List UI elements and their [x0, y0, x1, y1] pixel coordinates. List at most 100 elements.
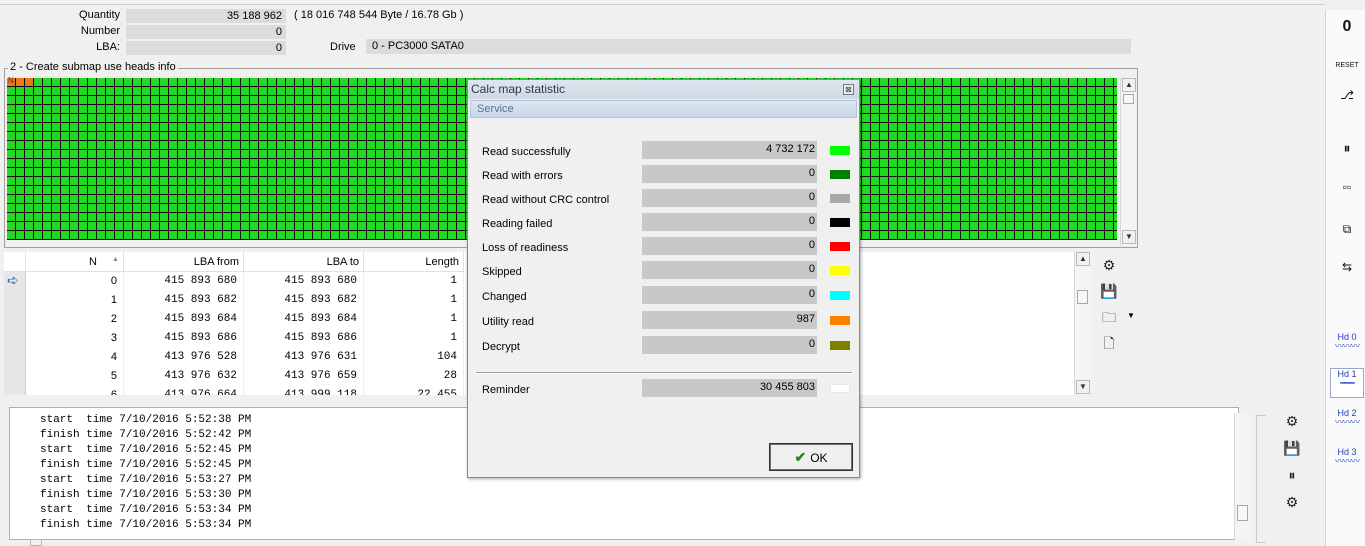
- start-process-icon[interactable]: ⚙: [1280, 491, 1304, 513]
- stat-color-swatch: [830, 170, 850, 179]
- drive-label: Drive: [330, 41, 356, 53]
- open-folder-icon[interactable]: 🗀: [1097, 306, 1121, 328]
- calc-map-icon[interactable]: ⚙: [1097, 254, 1121, 276]
- stat-label: Read successfully: [482, 146, 571, 158]
- ok-button[interactable]: ✔ OK: [769, 443, 853, 471]
- table-area-rest: [860, 252, 1074, 395]
- row-selector[interactable]: ➪: [4, 272, 26, 291]
- stat-label: Loss of readiness: [482, 242, 569, 254]
- row-selector[interactable]: [4, 348, 26, 367]
- sort-asc-icon: ▲: [112, 256, 119, 263]
- stat-value: 0: [642, 336, 817, 354]
- quantity-value: 35 188 962: [126, 9, 286, 23]
- stat-label: Reading failed: [482, 218, 553, 230]
- head-0-button[interactable]: Hd 0 〰〰〰: [1330, 332, 1364, 358]
- close-icon[interactable]: ⊠: [843, 84, 854, 95]
- tab-service[interactable]: Service: [470, 100, 857, 118]
- pause-icon[interactable]: ⏸: [1280, 464, 1304, 486]
- calc-map-icon[interactable]: ⚙: [1280, 410, 1304, 432]
- log-line: finish time 7/10/2016 5:53:30 PM: [40, 489, 252, 501]
- head-1-button[interactable]: Hd 1 ━━━: [1330, 368, 1364, 398]
- col-header-n[interactable]: N: [26, 252, 124, 272]
- dialog-separator: [476, 372, 852, 374]
- col-header-lba-to[interactable]: LBA to: [244, 252, 364, 272]
- row-selector[interactable]: [4, 310, 26, 329]
- stat-color-swatch: [830, 242, 850, 251]
- table-scrollbar[interactable]: ▲ ▼: [1074, 252, 1091, 395]
- scroll-up-button[interactable]: ▲: [1076, 252, 1090, 266]
- top-separator: [0, 4, 1325, 5]
- row-selector[interactable]: [4, 291, 26, 310]
- table-row[interactable]: 6 413 976 664 413 999 118 22 455: [4, 386, 464, 395]
- col-header-length[interactable]: Length: [364, 252, 464, 272]
- scroll-thumb[interactable]: [1123, 94, 1134, 104]
- clear-map-icon[interactable]: ▫▫: [1332, 174, 1362, 200]
- col-header-selector: [4, 252, 26, 272]
- open-folder-dropdown-icon[interactable]: ▼: [1127, 311, 1135, 320]
- number-label: Number: [80, 25, 120, 37]
- stat-value: 0: [642, 213, 817, 231]
- checkmark-icon: ✔: [794, 449, 807, 465]
- head-2-button[interactable]: Hd 2 〰〰〰: [1330, 408, 1364, 434]
- scroll-up-button[interactable]: ▲: [1122, 78, 1136, 92]
- map-scrollbar[interactable]: ▲ ▼: [1120, 78, 1136, 246]
- table-row[interactable]: 5 413 976 632 413 976 659 28: [4, 367, 464, 386]
- table-row[interactable]: 2 415 893 684 415 893 684 1: [4, 310, 464, 329]
- pause-icon[interactable]: ⏸: [1332, 135, 1362, 161]
- cell-length: 28: [364, 367, 464, 386]
- lba-label: LBA:: [96, 41, 120, 53]
- col-header-lba-from[interactable]: LBA from: [124, 252, 244, 272]
- quantity-extra: ( 18 016 748 544 Byte / 16.78 Gb ): [294, 9, 464, 21]
- table-row[interactable]: ➪ 0 415 893 680 415 893 680 1: [4, 272, 464, 291]
- cell-lba-to: 413 976 631: [244, 348, 364, 367]
- new-document-icon[interactable]: 🗋: [1097, 332, 1121, 354]
- map-marker-glyph: N: [8, 76, 14, 85]
- stat-label: Changed: [482, 291, 527, 303]
- cell-lba-from: 413 976 632: [124, 367, 244, 386]
- scroll-thumb[interactable]: [1237, 505, 1248, 521]
- save-log-icon[interactable]: 💾: [1280, 437, 1304, 459]
- stat-value: 0: [642, 261, 817, 279]
- row-selector[interactable]: [4, 386, 26, 395]
- current-row-arrow-icon: ➪: [7, 272, 19, 288]
- stat-color-swatch: [830, 218, 850, 227]
- cell-lba-from: 413 976 528: [124, 348, 244, 367]
- head-3-button[interactable]: Hd 3 〰〰〰: [1330, 447, 1364, 473]
- zero-counter-button[interactable]: 0: [1332, 14, 1362, 40]
- cell-lba-from: 413 976 664: [124, 386, 244, 395]
- map-marker-block: [16, 78, 24, 86]
- scroll-down-button[interactable]: ▼: [1122, 230, 1136, 244]
- table-row[interactable]: 4 413 976 528 413 976 631 104: [4, 348, 464, 367]
- lba-value: 0: [126, 41, 286, 55]
- scroll-thumb[interactable]: [1077, 290, 1088, 304]
- scroll-down-button[interactable]: ▼: [1076, 380, 1090, 394]
- stat-label: Skipped: [482, 266, 522, 278]
- log-scrollbar[interactable]: [1234, 413, 1251, 540]
- cell-length: 1: [364, 291, 464, 310]
- copy-icon[interactable]: ⧉: [1332, 216, 1362, 242]
- stat-label: Decrypt: [482, 341, 520, 353]
- row-selector[interactable]: [4, 367, 26, 386]
- stat-value: 4 732 172: [642, 141, 817, 159]
- dialog-title: Calc map statistic: [468, 80, 859, 99]
- stat-color-swatch: [830, 146, 850, 155]
- cell-length: 1: [364, 272, 464, 291]
- cell-lba-to: 413 999 118: [244, 386, 364, 395]
- cable-icon[interactable]: ⇆: [1332, 254, 1362, 280]
- submap-group-title: 2 - Create submap use heads info: [8, 61, 178, 73]
- row-selector[interactable]: [4, 329, 26, 348]
- save-map-icon[interactable]: 💾: [1097, 280, 1121, 302]
- cell-n: 6: [26, 386, 124, 395]
- drive-value: 0 - PC3000 SATA0: [366, 39, 1131, 54]
- table-row[interactable]: 3 415 893 686 415 893 686 1: [4, 329, 464, 348]
- cell-n: 4: [26, 348, 124, 367]
- log-line: start time 7/10/2016 5:53:27 PM: [40, 474, 252, 486]
- cell-n: 1: [26, 291, 124, 310]
- table-row[interactable]: 1 415 893 682 415 893 682 1: [4, 291, 464, 310]
- cell-lba-to: 415 893 684: [244, 310, 364, 329]
- log-line: start time 7/10/2016 5:53:34 PM: [40, 504, 252, 516]
- connector-icon[interactable]: ⎇: [1332, 82, 1362, 108]
- log-hscroll-left[interactable]: [30, 539, 42, 546]
- cell-lba-from: 415 893 680: [124, 272, 244, 291]
- reset-button[interactable]: RESET: [1332, 44, 1362, 70]
